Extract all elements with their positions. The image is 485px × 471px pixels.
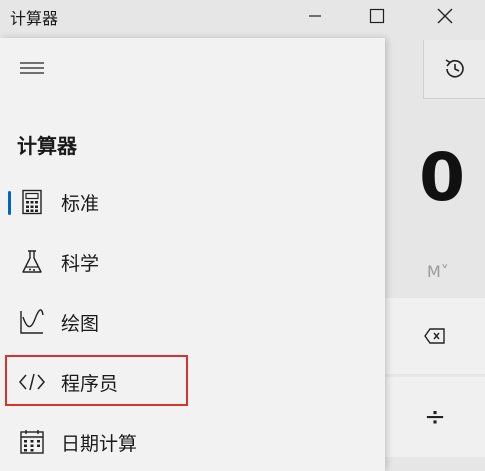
window-title: 计算器 <box>10 9 59 28</box>
display-value: 0 <box>419 139 465 216</box>
nav-item-label: 日期计算 <box>61 433 138 455</box>
graph-icon <box>18 308 46 336</box>
highlight-annotation <box>5 355 188 406</box>
history-icon <box>445 59 464 78</box>
nav-item-label: 科学 <box>61 253 100 275</box>
calendar-icon <box>18 428 46 456</box>
navigation-pane: 计算器 标准 科学 绘图 程序员 日期计算 <box>0 38 385 471</box>
maximize-button[interactable] <box>354 0 400 32</box>
memory-button[interactable]: M˅ <box>427 262 449 281</box>
minimize-icon <box>309 15 321 17</box>
hamburger-icon <box>20 62 44 74</box>
nav-item-scientific[interactable]: 科学 <box>0 234 385 290</box>
title-bar: 计算器 <box>0 0 485 32</box>
maximize-icon <box>369 8 385 24</box>
nav-item-graphing[interactable]: 绘图 <box>0 294 385 350</box>
selected-indicator <box>8 191 11 215</box>
nav-item-standard[interactable]: 标准 <box>0 174 385 230</box>
nav-item-label: 标准 <box>61 193 100 215</box>
calculator-icon <box>18 188 46 216</box>
minimize-button[interactable] <box>292 0 338 32</box>
close-button[interactable] <box>422 0 468 32</box>
nav-pane-title: 计算器 <box>17 134 77 158</box>
close-icon <box>437 8 453 24</box>
history-button[interactable] <box>423 40 485 99</box>
backspace-icon <box>424 328 445 344</box>
divide-button[interactable]: ÷ <box>385 377 485 457</box>
nav-item-date-calculation[interactable]: 日期计算 <box>0 414 385 470</box>
flask-icon <box>18 248 46 276</box>
menu-button[interactable] <box>12 52 52 84</box>
nav-item-label: 绘图 <box>61 313 100 335</box>
backspace-button[interactable] <box>385 298 485 374</box>
